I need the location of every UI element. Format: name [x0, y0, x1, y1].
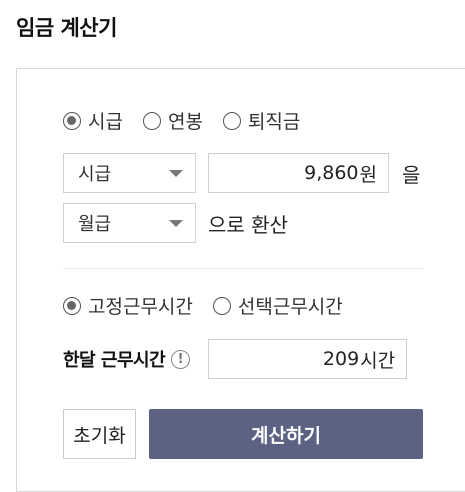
radio-label: 시급 [88, 111, 123, 133]
calculate-button[interactable]: 계산하기 [149, 409, 423, 459]
chevron-down-icon [169, 169, 183, 177]
page-title: 임금 계산기 [16, 16, 117, 40]
monthly-hours-row: 한달 근무시간 ! 209 시간 [63, 339, 408, 379]
radio-flexible-hours[interactable]: 선택근무시간 [212, 292, 343, 319]
monthly-hours-input[interactable]: 209 시간 [208, 339, 408, 379]
hours-unit: 시간 [360, 349, 396, 372]
monthly-hours-label: 한달 근무시간 [63, 350, 166, 371]
radio-label: 고정근무시간 [88, 296, 193, 318]
convert-suffix-text: 으로 환산 [208, 212, 288, 237]
calculator-panel: 시급 연봉 퇴직금 시급 9,860 원 을 월급 으로 환산 고정근무시간 선… [16, 68, 465, 492]
source-amount-row: 시급 9,860 원 을 [63, 153, 420, 193]
target-unit-row: 월급 으로 환산 [63, 203, 288, 243]
radio-label: 선택근무시간 [237, 296, 343, 318]
particle-text: 을 [402, 162, 421, 187]
select-value: 월급 [78, 214, 112, 235]
action-buttons: 초기화 계산하기 [63, 409, 423, 459]
radio-unchecked-icon [212, 296, 231, 315]
amount-input[interactable]: 9,860 원 [208, 153, 389, 193]
radio-unchecked-icon [142, 111, 161, 130]
reset-button[interactable]: 초기화 [63, 409, 136, 459]
amount-value: 9,860 [304, 162, 359, 184]
info-icon[interactable]: ! [171, 349, 191, 369]
radio-annual[interactable]: 연봉 [142, 107, 203, 134]
radio-fixed-hours[interactable]: 고정근무시간 [63, 292, 193, 319]
target-unit-select[interactable]: 월급 [63, 203, 196, 243]
section-divider [63, 268, 423, 269]
radio-label: 연봉 [167, 111, 203, 133]
radio-label: 퇴직금 [247, 111, 301, 133]
source-unit-select[interactable]: 시급 [63, 153, 196, 193]
hours-value: 209 [322, 348, 360, 370]
chevron-down-icon [169, 219, 183, 227]
radio-checked-icon [63, 111, 81, 130]
radio-severance[interactable]: 퇴직금 [222, 107, 301, 134]
work-type-radio-group: 고정근무시간 선택근무시간 [63, 292, 363, 319]
pay-type-radio-group: 시급 연봉 퇴직금 [63, 107, 320, 134]
amount-currency: 원 [359, 163, 377, 186]
radio-checked-icon [63, 296, 81, 315]
radio-unchecked-icon [222, 111, 241, 130]
select-value: 시급 [78, 164, 112, 185]
radio-hourly[interactable]: 시급 [63, 107, 123, 134]
